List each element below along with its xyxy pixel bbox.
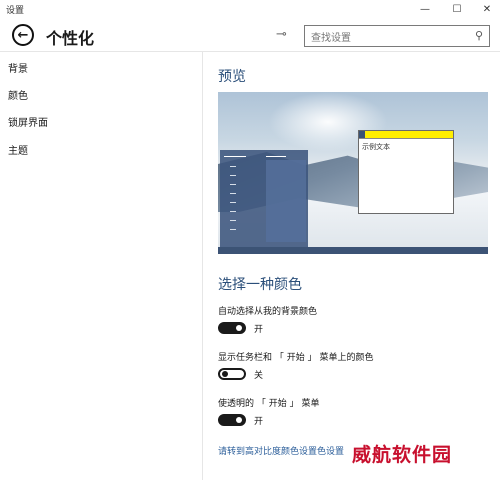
sidebar-item-colors[interactable]: 颜色: [8, 87, 28, 102]
main-content: 预览 示例文本 选择一种颜色 自动选择从我的背景颜色 开 显示任务栏和 「 开始…: [204, 52, 500, 480]
preview-taskbar: [218, 247, 488, 254]
sidebar-item-background[interactable]: 背景: [8, 60, 28, 75]
pin-icon[interactable]: ⊸: [276, 27, 287, 42]
search-box[interactable]: ⚲: [304, 25, 490, 49]
toggle-knob: [222, 371, 228, 377]
transparent-start-toggle[interactable]: [218, 414, 246, 426]
preview-image: 示例文本: [218, 92, 488, 254]
title-bar: 设置 — ☐ ✕: [0, 0, 500, 18]
toggle-knob: [236, 417, 242, 423]
minimize-button[interactable]: —: [408, 0, 442, 18]
auto-color-state: 开: [254, 325, 264, 335]
preview-sample-titlebar: [359, 131, 453, 139]
sidebar-item-lock-screen[interactable]: 锁屏界面: [8, 114, 48, 129]
search-input[interactable]: [305, 28, 489, 49]
window-title: 设置: [6, 6, 25, 16]
back-icon[interactable]: ←: [12, 24, 34, 46]
preview-start-menu: [220, 150, 308, 247]
preview-sample-window: 示例文本: [358, 130, 454, 214]
preview-start-header-tiles: [266, 156, 286, 157]
preview-start-list: [230, 166, 236, 236]
page-title: 个性化: [46, 29, 95, 48]
maximize-button[interactable]: ☐: [440, 0, 474, 18]
transparent-start-state: 开: [254, 417, 264, 427]
high-contrast-link[interactable]: 请转到高对比度颜色设置色设置: [218, 444, 344, 457]
sidebar-item-themes[interactable]: 主题: [8, 142, 28, 157]
sidebar: 背景 颜色 锁屏界面 主题: [0, 52, 203, 480]
taskbar-color-state: 关: [254, 371, 264, 381]
choose-color-heading: 选择一种颜色: [218, 277, 302, 293]
preview-start-tiles: [266, 160, 306, 242]
toggle-knob: [236, 325, 242, 331]
preview-start-header: [224, 156, 246, 157]
auto-color-toggle[interactable]: [218, 322, 246, 334]
taskbar-color-label: 显示任务栏和 「 开始 」 菜单上的颜色: [218, 353, 374, 363]
search-icon[interactable]: ⚲: [475, 29, 483, 42]
close-button[interactable]: ✕: [470, 0, 500, 18]
auto-color-label: 自动选择从我的背景颜色: [218, 307, 318, 317]
preview-heading: 预览: [218, 69, 246, 85]
taskbar-color-toggle[interactable]: [218, 368, 246, 380]
watermark-text: 威航软件园: [352, 444, 453, 466]
page-header: ← 个性化 ⊸ ⚲: [0, 18, 500, 52]
transparent-start-label: 使透明的 「 开始 」 菜单: [218, 399, 320, 409]
preview-sample-text: 示例文本: [362, 143, 390, 151]
